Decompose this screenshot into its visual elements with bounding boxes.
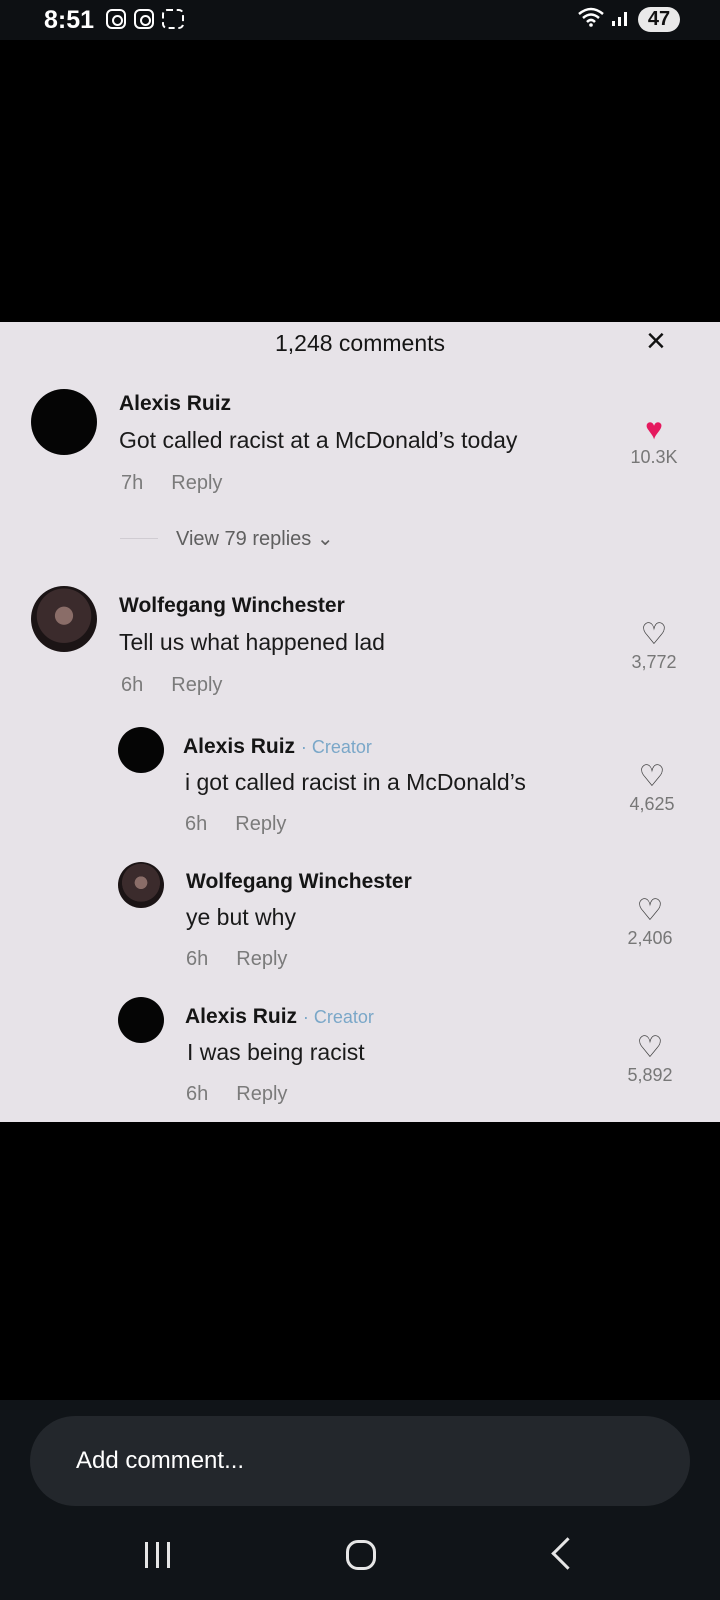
avatar <box>118 997 164 1043</box>
comments-screenshot: 1,248 comments × Alexis Ruiz Got called … <box>0 322 720 1122</box>
reply-button: Reply <box>236 948 288 970</box>
status-notification-icons <box>106 9 184 29</box>
screenshot-icon <box>162 9 184 29</box>
add-comment-input[interactable]: Add comment... <box>30 1416 690 1506</box>
comment-text: Got called racist at a McDonald’s today <box>119 427 518 453</box>
author-name: Alexis Ruiz <box>183 735 296 758</box>
comment-meta: 6h Reply <box>121 674 222 697</box>
comment-time: 6h <box>185 813 208 835</box>
comment-author: Wolfegang Winchester <box>186 870 412 893</box>
like-count: 4,625 <box>629 794 675 814</box>
comment-author: Alexis Ruiz <box>119 392 232 415</box>
reply-button: Reply <box>236 1083 288 1105</box>
recent-apps-icon <box>167 1542 170 1568</box>
comment-time: 7h <box>121 472 144 494</box>
comment-composer-bar: Add comment... <box>0 1400 720 1510</box>
like-count: 5,892 <box>627 1065 673 1085</box>
like-count: 3,772 <box>631 652 677 672</box>
heart-outline-icon: ♡ <box>636 894 664 927</box>
close-icon: × <box>646 322 666 360</box>
comment-time: 6h <box>186 948 209 970</box>
avatar <box>118 727 164 773</box>
view-replies-link: View 79 replies ⌄ <box>120 528 334 550</box>
comment-meta: 7h Reply <box>121 472 222 495</box>
like-control: ♡ 4,625 <box>617 762 687 815</box>
like-control: ♡ 3,772 <box>619 620 689 673</box>
system-navigation-bar <box>0 1510 720 1600</box>
comment-meta: 6h Reply <box>186 1083 287 1106</box>
comment-author: Wolfegang Winchester <box>119 594 345 617</box>
comment-text: i got called racist in a McDonald’s <box>185 769 526 795</box>
like-control: ♡ 2,406 <box>615 896 685 949</box>
status-system-icons: 47 <box>578 7 680 32</box>
comment-meta: 6h Reply <box>186 948 287 971</box>
like-control: ♡ 5,892 <box>615 1033 685 1086</box>
battery-indicator: 47 <box>638 7 680 32</box>
creator-badge: · Creator <box>302 1007 374 1027</box>
like-control: ♥ 10.3K <box>619 415 689 468</box>
comment-author: Alexis Ruiz · Creator <box>185 1005 374 1029</box>
wifi-icon <box>578 7 604 32</box>
comment-author: Alexis Ruiz · Creator <box>183 735 372 759</box>
heart-outline-icon: ♡ <box>638 760 666 793</box>
instagram-icon <box>134 9 154 29</box>
creator-badge: · Creator <box>300 737 372 757</box>
heart-outline-icon: ♡ <box>636 1031 664 1064</box>
reply-button: Reply <box>171 674 223 696</box>
recent-apps-icon <box>145 1542 148 1568</box>
recent-apps-button[interactable] <box>145 1542 170 1568</box>
signal-icon <box>610 7 632 32</box>
reply-button: Reply <box>171 472 223 494</box>
avatar <box>118 862 164 908</box>
like-count: 10.3K <box>630 447 678 467</box>
comments-count-header: 1,248 comments <box>274 330 446 356</box>
comment-text: I was being racist <box>187 1039 365 1065</box>
status-bar: 8:51 47 <box>0 0 720 40</box>
like-count: 2,406 <box>627 928 673 948</box>
avatar <box>31 389 97 455</box>
heart-outline-icon: ♡ <box>640 618 668 651</box>
comment-meta: 6h Reply <box>185 813 286 836</box>
instagram-icon <box>106 9 126 29</box>
heart-filled-icon: ♥ <box>645 413 663 446</box>
author-name: Alexis Ruiz <box>185 1005 298 1028</box>
comment-time: 6h <box>186 1083 209 1105</box>
comment-text: ye but why <box>186 904 296 930</box>
avatar <box>31 586 97 652</box>
recent-apps-icon <box>156 1542 159 1568</box>
comment-time: 6h <box>121 674 144 696</box>
back-button[interactable] <box>551 1537 584 1570</box>
home-button[interactable] <box>346 1540 376 1570</box>
comment-text: Tell us what happened lad <box>119 629 385 655</box>
reply-button: Reply <box>235 813 287 835</box>
status-time: 8:51 <box>44 6 95 34</box>
